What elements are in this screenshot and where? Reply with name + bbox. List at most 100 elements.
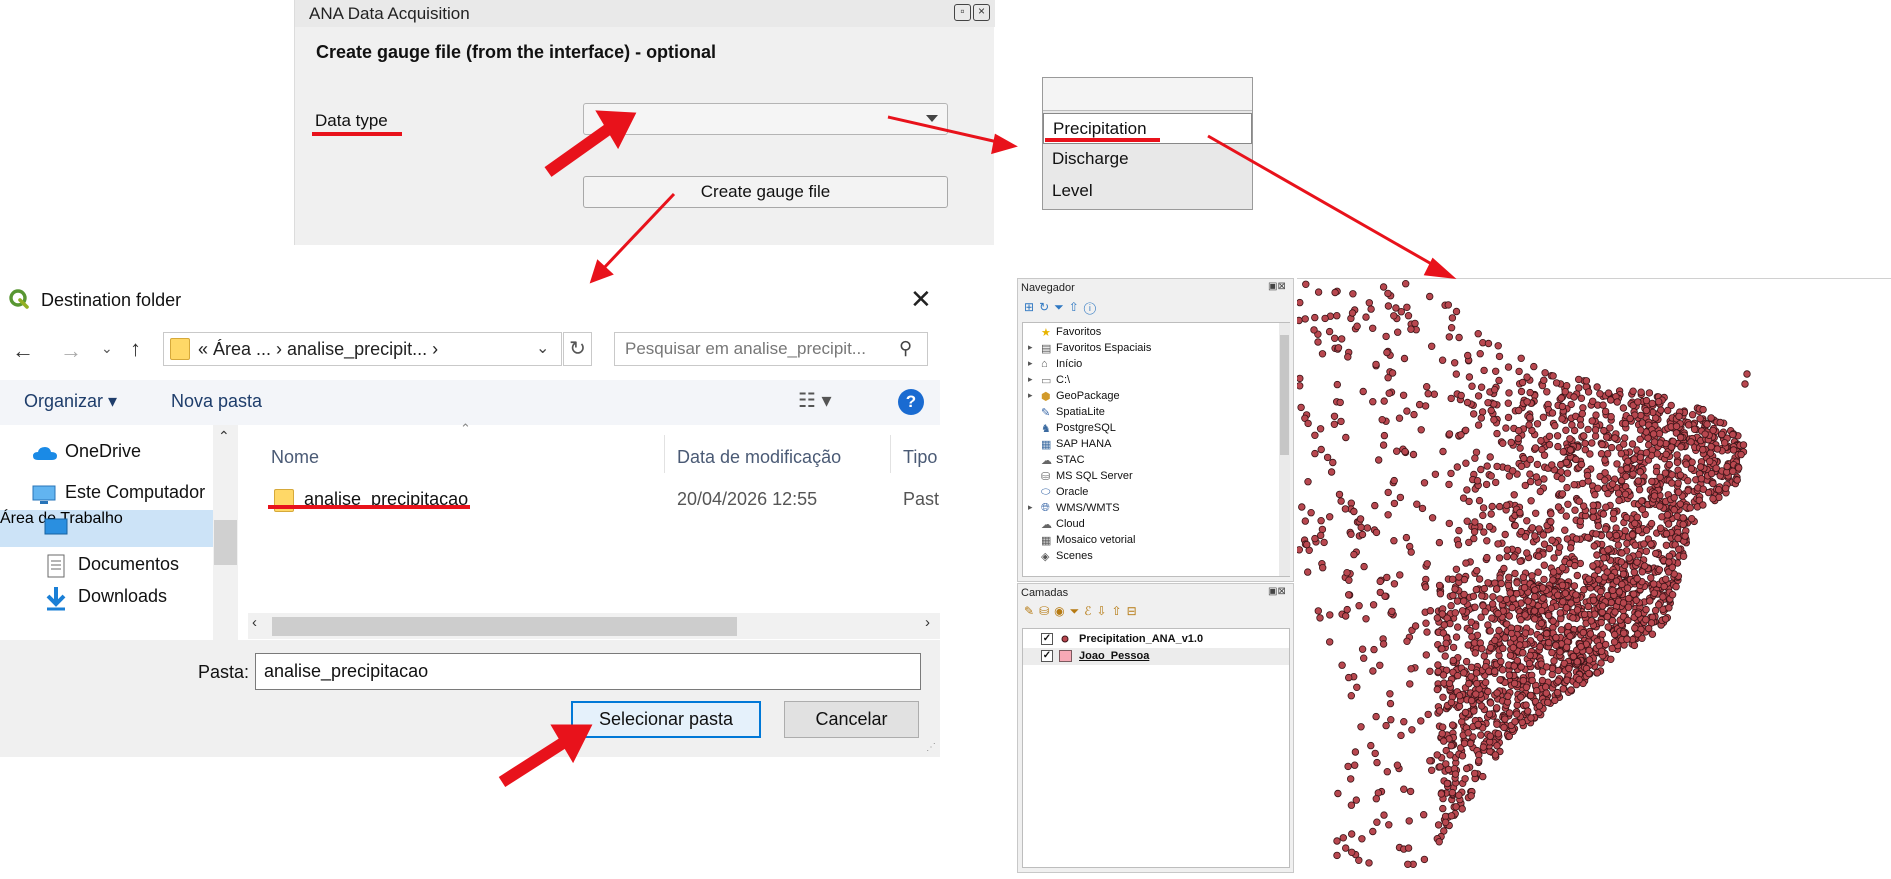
station-point [1317,445,1325,454]
browser-toolbar[interactable]: ⊞↻⏷⇧ⓘ [1024,300,1101,315]
info-icon[interactable]: ⓘ [1084,300,1101,314]
file-name: analise_precipitacao [304,489,469,509]
station-point [1351,761,1359,769]
forward-arrow-icon[interactable]: → [60,338,82,364]
cancel-button[interactable]: Cancelar [784,701,919,738]
nav-scrollbar-thumb[interactable] [214,520,237,565]
style-icon[interactable]: ✎ [1024,604,1039,618]
remove-layer-icon[interactable]: ⊟ [1127,604,1142,618]
station-point [1526,470,1534,478]
station-point [1496,676,1504,684]
folder-name-input[interactable] [255,653,921,690]
close-icon[interactable]: × [973,4,990,21]
add-group-icon[interactable]: ⛁ [1039,604,1054,618]
expand-icon[interactable]: ▸ [1028,358,1033,369]
add-layer-icon[interactable]: ⊞ [1024,300,1039,314]
filter-icon[interactable]: ⏷ [1070,604,1085,618]
station-point [1403,407,1411,415]
dropdown-item-precipitation[interactable]: Precipitation [1043,113,1252,144]
station-point [1576,517,1585,525]
expand-icon[interactable]: ▸ [1028,374,1033,385]
station-point [1633,575,1641,583]
dropdown-item-level[interactable]: Level [1043,176,1252,209]
column-header-type[interactable]: Tipo [903,447,937,468]
filter-icon[interactable]: ⏷ [1054,300,1069,314]
collapse-icon[interactable]: ⇧ [1069,300,1084,314]
search-input[interactable]: Pesquisar em analise_precipit... ⚲ [614,332,928,366]
station-point [1709,479,1717,488]
expression-filter-icon[interactable]: ℰ [1084,604,1096,618]
map-canvas[interactable] [1295,278,1891,873]
table-row[interactable]: analise_precipitacao 20/04/2026 12:55 Pa… [270,481,939,519]
station-point [1715,485,1723,494]
station-point [1584,425,1592,434]
refresh-icon[interactable]: ↻ [563,332,592,366]
scroll-left-icon[interactable]: ‹ [252,614,257,631]
up-arrow-icon[interactable]: ↑ [130,336,141,362]
organize-menu-button[interactable]: Organizar ▾ [24,391,117,412]
dropdown-item-discharge[interactable]: Discharge [1043,144,1252,176]
station-point [1397,731,1405,740]
expand-icon[interactable]: ▸ [1028,502,1033,513]
help-icon[interactable]: ? [898,389,924,415]
panel-float-close-icon[interactable]: ▣⊠ [1268,281,1286,292]
station-point [1436,763,1444,771]
station-point [1532,687,1541,695]
layers-toolbar[interactable]: ✎⛁◉⏷ℰ⇩⇧⊟ [1024,604,1142,619]
collapse-all-icon[interactable]: ⇧ [1112,604,1127,618]
scroll-up-icon[interactable]: ⌃ [218,428,230,445]
recent-locations-icon[interactable]: ⌄ [101,340,113,357]
close-icon[interactable]: ✕ [910,286,932,312]
station-point [1327,468,1336,476]
resize-grip-icon[interactable]: ⋰ [926,742,936,753]
station-point [1316,614,1324,622]
station-point [1504,399,1512,407]
address-bar[interactable]: « Área ... › analise_precipit... › ⌄ [163,332,562,366]
undock-icon[interactable]: ▫ [954,4,971,21]
new-folder-button[interactable]: Nova pasta [171,391,262,412]
expand-icon[interactable]: ▸ [1028,342,1033,353]
station-point [1372,360,1380,369]
station-point [1317,531,1325,540]
view-options-icon[interactable]: ☷ ▾ [798,388,832,413]
station-point [1502,424,1510,432]
spatial-bookmark-icon: ▤ [1041,343,1052,355]
nav-item-downloads[interactable]: Downloads [0,582,215,614]
nav-item-este-computador[interactable]: Este Computador [0,478,215,510]
layer-row[interactable]: ✓ Joao_Pessoa [1023,648,1289,665]
nav-item-area-de-trabalho[interactable]: Área de Trabalho [0,510,213,547]
expand-icon[interactable]: ▸ [1028,390,1033,401]
column-header-name[interactable]: Nome [271,447,319,468]
browser-scrollbar-thumb[interactable] [1280,335,1289,455]
create-gauge-file-button[interactable]: Create gauge file [583,176,948,208]
nav-item-onedrive[interactable]: OneDrive [0,437,215,469]
refresh-icon[interactable]: ↻ [1039,300,1054,314]
station-point [1476,349,1484,358]
column-header-date[interactable]: Data de modificação [677,447,841,468]
station-point [1614,489,1623,497]
station-point [1499,644,1507,653]
panel-float-close-icon[interactable]: ▣⊠ [1268,586,1286,597]
station-point [1311,449,1319,458]
chevron-down-icon[interactable]: ⌄ [536,338,549,358]
folder-icon [274,489,294,512]
station-point [1491,751,1500,759]
layer-visibility-checkbox[interactable]: ✓ [1041,650,1053,662]
back-arrow-icon[interactable]: ← [12,338,34,364]
station-point [1350,507,1358,516]
expand-all-icon[interactable]: ⇩ [1096,604,1111,618]
scroll-right-icon[interactable]: › [925,614,930,631]
section-title: Create gauge file (from the interface) -… [316,42,717,62]
station-point [1442,639,1450,647]
horizontal-scrollbar-thumb[interactable] [272,617,737,636]
nav-item-documentos[interactable]: Documentos [0,550,215,582]
station-point [1445,333,1453,341]
station-point [1353,322,1361,330]
station-point [1578,409,1586,418]
visibility-icon[interactable]: ◉ [1054,604,1069,618]
station-point [1621,434,1629,442]
layer-row[interactable]: ✓ Precipitation_ANA_v1.0 [1023,631,1289,648]
data-type-select[interactable] [583,103,948,135]
layer-visibility-checkbox[interactable]: ✓ [1041,633,1053,645]
select-folder-button[interactable]: Selecionar pasta [571,701,761,738]
